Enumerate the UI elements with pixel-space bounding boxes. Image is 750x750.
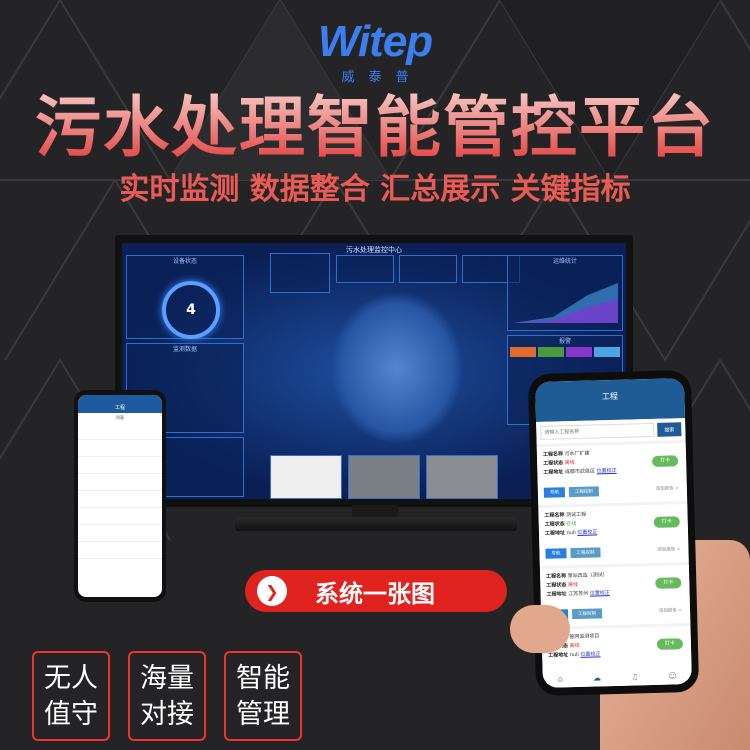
label: 工程状态: [543, 460, 564, 467]
project-address: 成都市武侯区: [564, 468, 596, 476]
brand-logo: Witep 威泰普: [290, 17, 460, 86]
feature-line: 值守: [44, 699, 98, 730]
list-item[interactable]: [78, 491, 162, 508]
checkin-button[interactable]: 打卡: [655, 577, 682, 589]
monitor-base: [235, 517, 517, 531]
add-report-link[interactable]: 添加报告 >: [656, 485, 679, 492]
project-card: 工程名称 测试工程 工程状态 在线 工程地址 null 位置校正 打卡 导航 工程…: [538, 504, 689, 566]
video-panel: [426, 455, 498, 499]
search-button[interactable]: 搜索: [657, 422, 682, 437]
label: 工程名称: [542, 451, 564, 458]
add-report-link[interactable]: 添加报告 >: [659, 607, 682, 614]
fix-location-link[interactable]: 位置校正: [597, 468, 617, 475]
feature-line: 管理: [236, 699, 290, 730]
project-card: 工程名称 污水厂扩建 工程状态 离线 工程地址 成都市武侯区 位置校正 打卡 导…: [536, 443, 688, 505]
headline: 污水处理智能管控平台: [0, 90, 750, 166]
label: 工程状态: [544, 521, 565, 528]
system-map-button[interactable]: ❯ 系统一张图: [245, 570, 507, 612]
search-bar: 搜索: [536, 418, 686, 444]
logo-cn: 威泰普: [341, 70, 423, 85]
dashboard-title: 污水处理监控中心: [346, 246, 402, 254]
arrow-right-icon: ❯: [257, 576, 287, 606]
home-icon[interactable]: ⌂: [558, 674, 563, 683]
add-report-link[interactable]: 添加报告 >: [657, 546, 680, 553]
control-button[interactable]: 工程控制: [571, 608, 603, 620]
cloud-icon[interactable]: ☁: [593, 673, 601, 682]
project-address: null: [569, 651, 579, 659]
navigate-button[interactable]: 导航: [545, 548, 567, 559]
thumb: [510, 605, 570, 653]
feature-line: 海量: [140, 663, 194, 694]
feature-line: 智能: [236, 663, 290, 694]
small-phone-tab[interactable]: 列表: [78, 413, 162, 423]
small-phone: 工程 列表: [74, 390, 166, 602]
list-item[interactable]: [78, 474, 162, 491]
project-name: 泵站改造（测试）: [567, 572, 608, 580]
phone-header: 工程: [535, 378, 686, 422]
navigate-button[interactable]: 导航: [543, 487, 566, 498]
feature-unattended: 无人 值守: [32, 651, 110, 741]
list-item[interactable]: [78, 457, 162, 474]
panel-kpi: [336, 255, 394, 283]
label: 工程地址: [544, 530, 566, 537]
logo-wordmark: Witep: [317, 17, 433, 66]
list-item[interactable]: [78, 542, 162, 559]
video-panel: [348, 455, 420, 499]
checkin-button[interactable]: 打卡: [656, 638, 684, 650]
project-name: 测试工程: [566, 511, 587, 519]
checkin-button[interactable]: 打卡: [651, 455, 679, 467]
user-icon[interactable]: ☺: [668, 671, 677, 680]
panel-title: 运维统计: [552, 258, 577, 265]
panel-title: 报警: [558, 338, 571, 345]
region-map: [332, 293, 462, 443]
list-item[interactable]: [78, 440, 162, 457]
label: 工程状态: [546, 582, 567, 589]
feature-line: 对接: [140, 699, 194, 730]
list-item[interactable]: [78, 423, 162, 440]
panel-title: 设备状态: [172, 258, 197, 265]
panel-kpi: [270, 253, 330, 293]
search-input[interactable]: [540, 422, 655, 440]
label: 工程名称: [544, 512, 565, 519]
bell-icon[interactable]: ♫: [631, 672, 638, 681]
phone-title: 工程: [601, 391, 619, 402]
tagline: 实时监测 数据整合 汇总展示 关键指标: [119, 172, 631, 207]
project-name: 管网监测项目: [569, 633, 600, 641]
panel-stats: 运维统计: [507, 255, 623, 331]
project-status: 离线: [567, 581, 579, 589]
control-button[interactable]: 工程控制: [568, 486, 600, 498]
project-status: 离线: [569, 642, 580, 650]
tab-bar: ⌂ ☁ ♫ ☺: [542, 666, 692, 688]
feature-line: 无人: [44, 663, 98, 694]
video-panel: [270, 455, 342, 499]
list-item[interactable]: [78, 508, 162, 525]
fix-location-link[interactable]: 位置校正: [590, 590, 610, 597]
control-button[interactable]: 工程控制: [570, 547, 601, 559]
list-item[interactable]: [78, 525, 162, 542]
label: 工程地址: [548, 652, 569, 659]
small-phone-title: 工程: [78, 395, 162, 413]
project-status: 在线: [566, 520, 577, 528]
panel-kpi: [399, 255, 457, 283]
feature-management: 智能 管理: [224, 651, 302, 741]
label: 工程地址: [546, 591, 567, 598]
gauge: 4: [162, 281, 220, 339]
checkin-button[interactable]: 打卡: [653, 516, 680, 528]
panel-title: 监测数据: [172, 346, 197, 353]
project-address: null: [566, 529, 576, 537]
project-name: 污水厂扩建: [564, 450, 590, 458]
fix-location-link[interactable]: 位置校正: [577, 529, 597, 536]
label: 工程地址: [543, 469, 564, 476]
project-status: 离线: [564, 459, 575, 467]
fix-location-link[interactable]: 位置校正: [580, 651, 600, 658]
feature-integration: 海量 对接: [128, 651, 206, 741]
cta-label: 系统一张图: [315, 579, 435, 608]
project-address: 江苏苏州: [568, 590, 589, 598]
area-chart: [513, 283, 618, 323]
label: 工程名称: [546, 573, 567, 580]
